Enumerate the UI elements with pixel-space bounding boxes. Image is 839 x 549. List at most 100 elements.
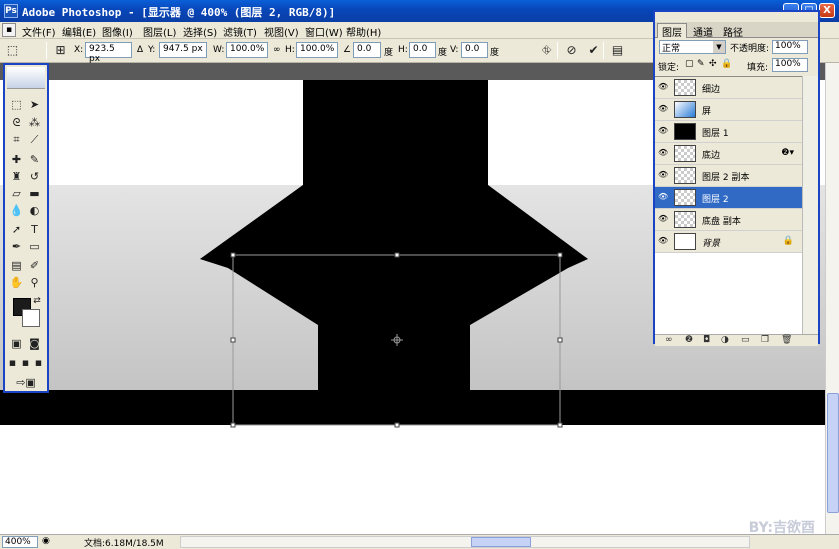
eye-icon[interactable]: 👁 — [658, 126, 668, 136]
adjustment-layer-icon[interactable]: ◑ — [721, 335, 729, 345]
check-icon[interactable]: ✔ — [585, 42, 602, 59]
close-button[interactable]: X — [819, 3, 835, 18]
notes-tool-icon[interactable]: ▤ — [8, 258, 25, 274]
screen-mode-standard-icon[interactable]: ▪ — [6, 355, 19, 371]
standard-mode-icon[interactable]: ▣ — [8, 336, 25, 352]
add-mask-icon[interactable]: ◘ — [703, 335, 710, 345]
trash-icon[interactable]: 🗑 — [781, 335, 792, 345]
horizontal-scrollbar-thumb[interactable] — [471, 537, 531, 547]
lock-all-icon[interactable]: 🔒 — [721, 59, 732, 69]
layer-name: 图层 2 副本 — [702, 173, 750, 183]
tab-layers[interactable]: 图层 — [657, 23, 687, 39]
layer-effects-icon[interactable]: ❷▾ — [781, 148, 794, 158]
gradient-tool-icon[interactable]: ▬ — [26, 186, 43, 202]
pen-tool-icon[interactable]: ✒ — [8, 239, 25, 255]
cancel-icon[interactable]: ⊘ — [563, 42, 580, 59]
menu-layer[interactable]: 图层(L) — [143, 24, 176, 39]
status-bar: 400% ◉ 文档:6.18M/18.5M — [0, 534, 839, 549]
eye-icon[interactable]: 👁 — [658, 82, 668, 92]
marquee-tool-icon[interactable]: ⬚ — [8, 97, 25, 113]
lock-image-icon[interactable]: ✎ — [697, 59, 705, 69]
menu-help[interactable]: 帮助(H) — [346, 24, 381, 39]
menu-image[interactable]: 图像(I) — [102, 24, 133, 39]
magic-wand-icon[interactable]: ⁂ — [26, 115, 43, 131]
crop-tool-icon[interactable]: ⌗ — [8, 132, 25, 148]
layer-row[interactable]: 👁 图层 1 — [655, 121, 802, 143]
swap-colors-icon[interactable]: ⇄ — [31, 293, 43, 309]
width-field[interactable]: 100.0% — [226, 42, 268, 58]
shape-tool-icon[interactable]: ▭ — [26, 239, 43, 255]
layer-row[interactable]: 👁 背景 🔒 — [655, 231, 802, 253]
eye-icon[interactable]: 👁 — [658, 104, 668, 114]
layer-row-selected[interactable]: 👁 图层 2 — [655, 187, 802, 209]
path-selection-icon[interactable]: ➚ — [8, 222, 25, 238]
menu-select[interactable]: 选择(S) — [183, 24, 217, 39]
zoom-level-field[interactable]: 400% — [2, 536, 38, 548]
add-style-icon[interactable]: ❷ — [685, 335, 693, 345]
lasso-tool-icon[interactable]: ᘓ — [8, 115, 25, 131]
slice-tool-icon[interactable]: ⟋ — [26, 132, 43, 148]
palette-well-icon[interactable]: ▤ — [609, 42, 626, 59]
lock-transparent-icon[interactable]: ▢ — [685, 59, 694, 69]
layers-scrollbar[interactable] — [802, 76, 818, 334]
new-group-icon[interactable]: ▭ — [741, 335, 750, 345]
eye-icon[interactable]: 👁 — [658, 192, 668, 202]
jump-to-imageready-icon[interactable]: ⇨▣ — [10, 375, 42, 391]
menu-view[interactable]: 视图(V) — [264, 24, 299, 39]
healing-brush-icon[interactable]: ✚ — [8, 152, 25, 168]
link-icon[interactable]: ∞ — [273, 45, 281, 55]
layer-row[interactable]: 👁 底盘 副本 — [655, 209, 802, 231]
status-menu-icon[interactable]: ◉ — [42, 536, 50, 546]
fill-field[interactable]: 100% — [772, 58, 808, 72]
dodge-tool-icon[interactable]: ◐ — [26, 203, 43, 219]
blur-tool-icon[interactable]: 💧 — [8, 203, 25, 219]
tab-paths[interactable]: 路径 — [723, 24, 743, 39]
brush-tool-icon[interactable]: ✎ — [26, 152, 43, 168]
screen-mode-full-icon[interactable]: ▪ — [32, 355, 45, 371]
new-layer-icon[interactable]: ❐ — [761, 335, 769, 345]
zoom-tool-icon[interactable]: ⚲ — [26, 275, 43, 291]
vertical-scrollbar-thumb[interactable] — [827, 393, 839, 513]
layer-row[interactable]: 👁 屏 — [655, 99, 802, 121]
y-position-field[interactable]: 947.5 px — [159, 42, 207, 58]
reference-point-icon[interactable]: ⊞ — [52, 42, 69, 59]
y-label: Y: — [148, 45, 156, 55]
layer-row[interactable]: 👁 底边 ❷▾ — [655, 143, 802, 165]
eraser-tool-icon[interactable]: ▱ — [8, 186, 25, 202]
screen-mode-full-menu-icon[interactable]: ▪ — [19, 355, 32, 371]
quick-mask-icon[interactable]: ◙ — [26, 336, 43, 352]
photoshop-app-icon: Ps — [4, 4, 18, 18]
horizontal-scrollbar[interactable] — [180, 536, 750, 548]
menu-filter[interactable]: 滤镜(T) — [223, 24, 257, 39]
clone-stamp-icon[interactable]: ♜ — [8, 169, 25, 185]
menu-edit[interactable]: 编辑(E) — [62, 24, 96, 39]
history-brush-icon[interactable]: ↺ — [26, 169, 43, 185]
horizontal-skew-field[interactable]: 0.0 — [409, 42, 436, 58]
eye-icon[interactable]: 👁 — [658, 214, 668, 224]
warp-icon[interactable]: ⛗ — [538, 42, 555, 59]
opacity-field[interactable]: 100% — [772, 40, 808, 54]
vertical-scrollbar[interactable] — [825, 63, 839, 534]
link-layers-icon[interactable]: ∞ — [665, 335, 673, 345]
vertical-skew-field[interactable]: 0.0 — [461, 42, 488, 58]
eye-icon[interactable]: 👁 — [658, 170, 668, 180]
move-tool-icon[interactable]: ➤ — [26, 97, 43, 113]
tab-channels[interactable]: 通道 — [693, 24, 713, 39]
type-tool-icon[interactable]: T — [26, 222, 43, 238]
lock-position-icon[interactable]: ✣ — [709, 59, 717, 69]
background-color-swatch[interactable] — [22, 309, 40, 327]
rotate-angle-field[interactable]: 0.0 — [353, 42, 381, 58]
hand-tool-icon[interactable]: ✋ — [8, 275, 25, 291]
document-icon[interactable]: ▪ — [2, 23, 16, 37]
blend-mode-select[interactable]: 正常 ▼ — [659, 40, 726, 54]
layer-row[interactable]: 👁 图层 2 副本 — [655, 165, 802, 187]
eye-icon[interactable]: 👁 — [658, 236, 668, 246]
menu-file[interactable]: 文件(F) — [22, 24, 56, 39]
transform-tool-icon[interactable]: ⬚ — [4, 42, 21, 59]
layer-row[interactable]: 👁 细边 — [655, 77, 802, 99]
x-position-field[interactable]: 923.5 px — [85, 42, 132, 64]
eyedropper-icon[interactable]: ✐ — [26, 258, 43, 274]
height-field[interactable]: 100.0% — [296, 42, 338, 58]
menu-window[interactable]: 窗口(W) — [305, 24, 343, 39]
eye-icon[interactable]: 👁 — [658, 148, 668, 158]
